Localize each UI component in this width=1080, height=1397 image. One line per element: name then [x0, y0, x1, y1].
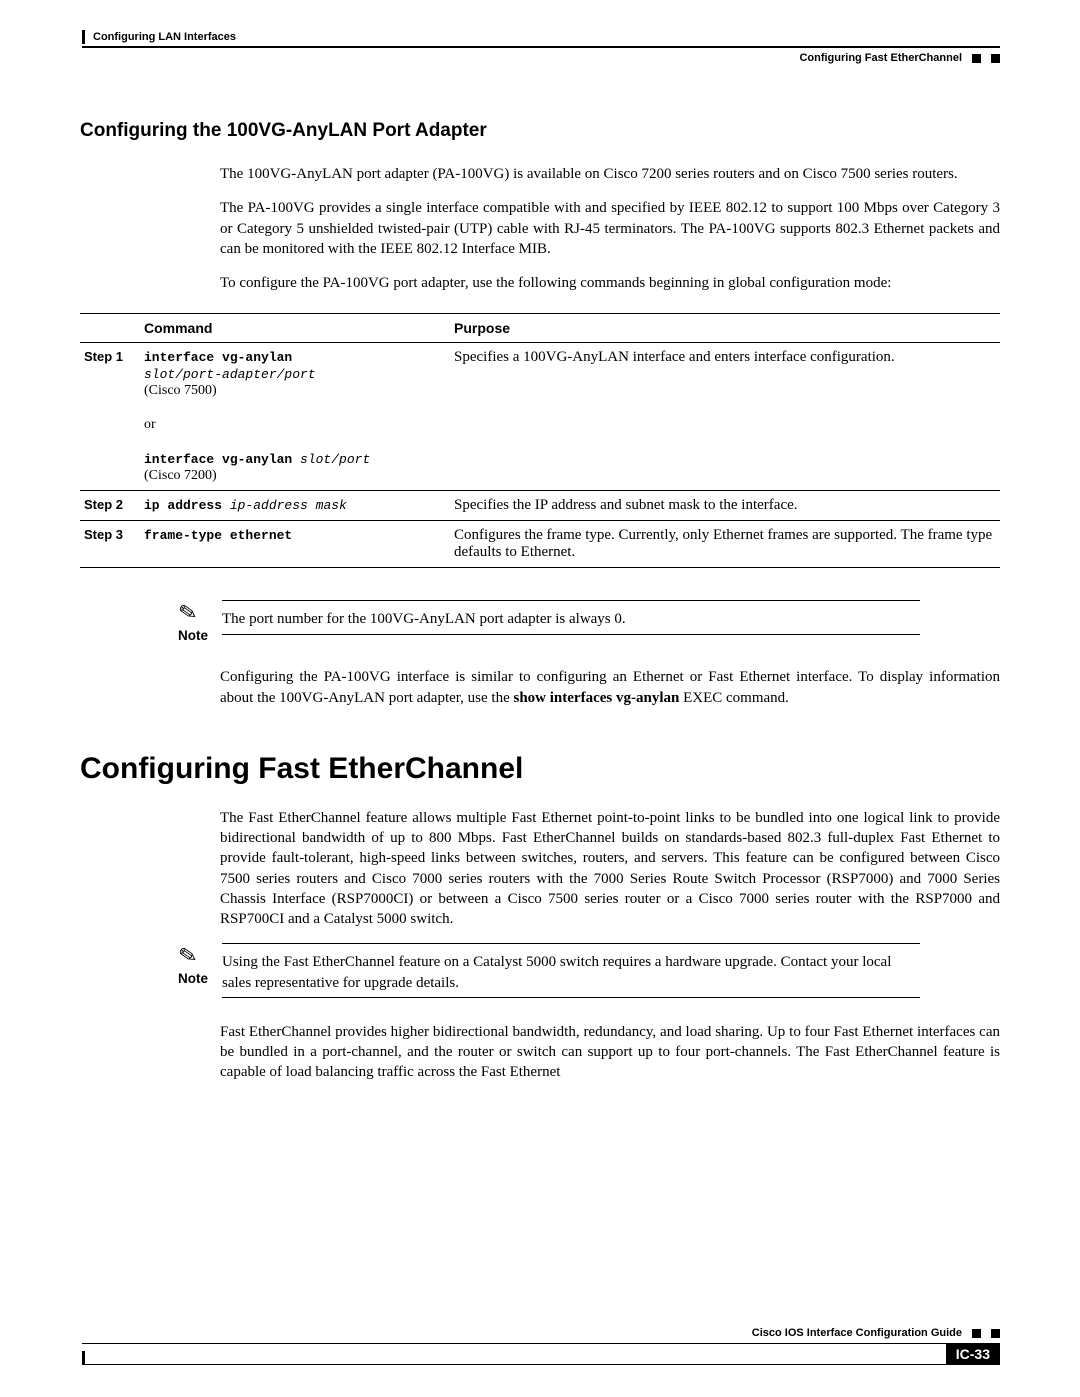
heading-100vg: Configuring the 100VG-AnyLAN Port Adapte…: [80, 120, 1000, 142]
paragraph: The 100VG-AnyLAN port adapter (PA-100VG)…: [220, 164, 1000, 184]
note-label: Note: [178, 628, 208, 643]
cmd-platform: (Cisco 7500): [144, 383, 446, 399]
purpose-cell: Specifies a 100VG-AnyLAN interface and e…: [450, 343, 1000, 491]
th-command: Command: [140, 314, 450, 343]
table-row: Step 3 frame-type ethernet Configures th…: [80, 521, 1000, 568]
header-bar-icon: [82, 30, 85, 44]
square-icon: [991, 54, 1000, 63]
step-label: Step 3: [80, 521, 140, 568]
note-block: ✎ Note Using the Fast EtherChannel featu…: [168, 943, 1000, 1000]
heading-fast-etherchannel: Configuring Fast EtherChannel: [80, 752, 1000, 786]
paragraph: Configuring the PA-100VG interface is si…: [220, 667, 1000, 708]
command-cell: ip address ip-address mask: [140, 491, 450, 521]
page-number: IC-33: [946, 1343, 1000, 1365]
cmd-platform: (Cisco 7200): [144, 468, 446, 484]
cmd-arg: slot/port-adapter/port: [144, 367, 316, 382]
pencil-icon: ✎: [166, 597, 210, 630]
step-label: Step 1: [80, 343, 140, 491]
cmd-inline: show interfaces vg-anylan: [514, 690, 680, 706]
header-chapter: Configuring LAN Interfaces: [82, 30, 236, 44]
pencil-icon: ✎: [166, 940, 210, 973]
table-row: Step 2 ip address ip-address mask Specif…: [80, 491, 1000, 521]
cmd-keyword: frame-type ethernet: [144, 528, 292, 543]
note-block: ✎ Note The port number for the 100VG-Any…: [168, 600, 1000, 645]
header-rule: [82, 46, 1000, 48]
note-text: The port number for the 100VG-AnyLAN por…: [222, 605, 920, 634]
or-text: or: [144, 417, 446, 433]
command-cell: frame-type ethernet: [140, 521, 450, 568]
cmd-keyword: interface vg-anylan: [144, 452, 300, 467]
command-table: Command Purpose Step 1 interface vg-anyl…: [80, 313, 1000, 568]
purpose-cell: Configures the frame type. Currently, on…: [450, 521, 1000, 568]
cmd-arg: ip-address mask: [230, 498, 347, 513]
cmd-arg: slot/port: [300, 452, 370, 467]
purpose-cell: Specifies the IP address and subnet mask…: [450, 491, 1000, 521]
text-run: EXEC command.: [679, 690, 789, 706]
note-text: Using the Fast EtherChannel feature on a…: [222, 948, 920, 998]
paragraph: The Fast EtherChannel feature allows mul…: [220, 808, 1000, 930]
cmd-keyword: ip address: [144, 498, 230, 513]
header-section: Configuring Fast EtherChannel: [799, 52, 1000, 64]
note-label-wrap: ✎ Note: [168, 600, 208, 645]
page-footer: Cisco IOS Interface Configuration Guide …: [82, 1327, 1000, 1365]
table-row: Step 1 interface vg-anylan slot/port-ada…: [80, 343, 1000, 491]
step-label: Step 2: [80, 491, 140, 521]
left-page-marker-icon: [82, 1351, 85, 1365]
command-cell: interface vg-anylan slot/port-adapter/po…: [140, 343, 450, 491]
paragraph: Fast EtherChannel provides higher bidire…: [220, 1022, 1000, 1083]
th-blank: [80, 314, 140, 343]
th-purpose: Purpose: [450, 314, 1000, 343]
square-icon: [991, 1329, 1000, 1338]
cmd-keyword: interface vg-anylan: [144, 350, 292, 365]
page-content: Configuring the 100VG-AnyLAN Port Adapte…: [80, 120, 1000, 1083]
square-icon: [972, 54, 981, 63]
note-label-wrap: ✎ Note: [168, 943, 208, 1000]
paragraph: To configure the PA-100VG port adapter, …: [220, 273, 1000, 293]
footer-bar-light: [82, 1343, 946, 1365]
note-body: Using the Fast EtherChannel feature on a…: [222, 943, 1000, 1000]
note-label: Note: [178, 971, 208, 986]
chapter-title: Configuring LAN Interfaces: [93, 31, 236, 43]
note-body: The port number for the 100VG-AnyLAN por…: [222, 600, 1000, 645]
footer-bar: IC-33: [82, 1343, 1000, 1365]
square-icon: [972, 1329, 981, 1338]
footer-guide-line: Cisco IOS Interface Configuration Guide: [82, 1327, 1000, 1339]
footer-guide: Cisco IOS Interface Configuration Guide: [752, 1327, 962, 1339]
section-title: Configuring Fast EtherChannel: [799, 52, 962, 64]
paragraph: The PA-100VG provides a single interface…: [220, 198, 1000, 259]
